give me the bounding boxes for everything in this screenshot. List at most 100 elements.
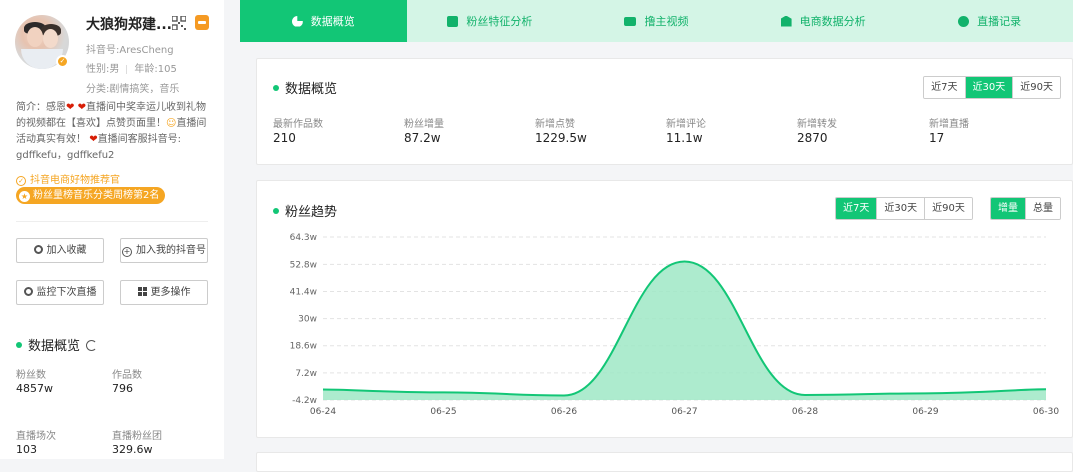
trend-title-text: 粉丝趋势 (285, 205, 338, 220)
recommend-tag[interactable]: ✓ 抖音电商好物推荐官 (16, 171, 120, 186)
rank-tag[interactable]: ★ 粉丝量榜音乐分类周榜第2名 (16, 187, 166, 204)
overview-panel: 数据概览 近7天 近30天 近90天 (256, 58, 1073, 165)
next-panel (256, 452, 1073, 472)
range-7d[interactable]: 近7天 (924, 77, 965, 98)
tab-bar: 数据概览 粉丝特征分析 撸主视频 电商数据分析 直播记录 (240, 0, 1073, 42)
monitor-icon (23, 287, 33, 296)
divider (16, 221, 208, 222)
y-tick-label: 30w (298, 315, 317, 325)
metric-label: 最新作品数 (273, 119, 323, 130)
rank-tag-label: 粉丝量榜音乐分类周榜第2名 (33, 190, 160, 201)
add-favorite-label: 加入收藏 (46, 245, 87, 256)
favorite-icon (33, 245, 43, 254)
video-icon (624, 16, 637, 26)
gender-age: 性别:男 年龄:105 (86, 60, 177, 75)
heart-icon: ❤ (89, 134, 98, 145)
range-7d[interactable]: 近7天 (836, 198, 877, 219)
store-icon (780, 15, 792, 27)
y-tick-label: 18.6w (290, 342, 317, 352)
trend-title: 粉丝趋势 (273, 201, 337, 220)
works-label: 作品数 (112, 370, 142, 381)
tab-label: 粉丝特征分析 (466, 15, 533, 28)
y-tick-label: 7.2w (295, 369, 317, 379)
tab-label: 撸主视频 (644, 15, 689, 28)
shop-icon[interactable] (195, 15, 209, 30)
tab-label: 直播记录 (977, 15, 1022, 28)
trend-mode-selector: 增量 总量 (990, 197, 1061, 220)
tab-live-records[interactable]: 直播记录 (906, 0, 1073, 42)
fans-trend-panel: 粉丝趋势 近7天 近30天 近90天 增量 总量 64.3w 52.8w 41.4w… (256, 180, 1073, 438)
douyin-id: 抖音号:AresCheng (86, 45, 174, 56)
works-value: 796 (112, 382, 133, 395)
x-tick-label: 06-30 (1033, 407, 1059, 417)
bio: 简介：感恩❤ ❤直播间中奖幸运儿收到礼物的视频都在【喜欢】点赞页面里！☺直播间活… (16, 100, 212, 164)
x-tick-label: 06-24 (310, 407, 336, 417)
more-actions-button[interactable]: 更多操作 (120, 280, 208, 305)
profile-name: 大狼狗郑建... (86, 17, 172, 33)
metric-label: 新增点赞 (535, 119, 575, 130)
metric-value: 17 (929, 131, 945, 145)
tab-videos[interactable]: 撸主视频 (573, 0, 740, 42)
fan-group-value: 329.6w (112, 443, 153, 456)
tab-label: 电商数据分析 (799, 15, 866, 28)
range-90d[interactable]: 近90天 (924, 198, 972, 219)
check-icon: ✓ (16, 176, 26, 186)
side-overview-title-text: 数据概览 (28, 339, 81, 354)
overview-title: 数据概览 (273, 78, 337, 97)
x-tick-label: 06-27 (671, 407, 697, 417)
bio-intro: 简介：感恩 (16, 102, 66, 113)
live-count-value: 103 (16, 443, 37, 456)
metric-label: 新增直播 (929, 119, 969, 130)
gender: 性别:男 (86, 64, 120, 75)
category: 分类:剧情搞笑，音乐 (86, 84, 180, 95)
qrcode-icon[interactable] (172, 16, 186, 30)
x-tick-label: 06-29 (912, 407, 938, 417)
x-tick-label: 06-26 (551, 407, 577, 417)
y-tick-label: 52.8w (290, 260, 317, 270)
recommend-tag-label: 抖音电商好物推荐官 (30, 175, 120, 186)
range-30d[interactable]: 近30天 (876, 198, 925, 219)
overview-range-selector: 近7天 近30天 近90天 (923, 76, 1061, 99)
fans-trend-chart: 64.3w 52.8w 41.4w 30w 18.6w 7.2w -4.2w06-24 06-… (290, 233, 1060, 417)
fans-value: 4857w (16, 382, 53, 395)
metric-value: 11.1w (666, 131, 703, 145)
side-overview-title: 数据概览 (16, 335, 98, 354)
main-content: 数据概览 粉丝特征分析 撸主视频 电商数据分析 直播记录 数据概览 近7天 近3… (240, 0, 1073, 472)
live-count-label: 直播场次 (16, 431, 56, 442)
medal-icon: ★ (19, 191, 30, 202)
mode-increment[interactable]: 增量 (991, 198, 1025, 219)
trend-area (323, 261, 1046, 400)
refresh-icon[interactable] (86, 340, 98, 351)
fans-label: 粉丝数 (16, 370, 46, 381)
tab-data-overview[interactable]: 数据概览 (240, 0, 407, 42)
range-90d[interactable]: 近90天 (1012, 77, 1060, 98)
monitor-live-button[interactable]: 监控下次直播 (16, 280, 104, 305)
metric-label: 新增转发 (797, 119, 837, 130)
bio-handles: gdffkefu，gdffkefu2 (16, 150, 115, 161)
more-actions-label: 更多操作 (150, 287, 191, 298)
smile-icon: ☺ (166, 118, 177, 129)
metric-label: 新增评论 (666, 119, 706, 130)
age: 年龄:105 (134, 64, 177, 75)
green-dot (273, 85, 279, 91)
mode-total[interactable]: 总量 (1025, 198, 1060, 219)
pie-chart-icon (291, 15, 303, 27)
metric-value: 87.2w (404, 131, 441, 145)
x-tick-label: 06-28 (792, 407, 818, 417)
green-dot (16, 342, 22, 348)
green-dot (273, 208, 279, 214)
overview-title-text: 数据概览 (285, 82, 338, 97)
clock-icon (958, 15, 970, 27)
range-30d[interactable]: 近30天 (964, 77, 1013, 98)
metric-value: 210 (273, 131, 296, 145)
sidebar: ✓ 大狼狗郑建... 抖音号:AresCheng 性别:男 年龄:105 分类:剧… (0, 0, 224, 459)
add-my-account-label: 加入我的抖音号 (136, 245, 206, 256)
tab-fan-analysis[interactable]: 粉丝特征分析 (407, 0, 574, 42)
add-favorite-button[interactable]: 加入收藏 (16, 238, 104, 263)
fan-group-label: 直播粉丝团 (112, 431, 162, 442)
add-my-account-button[interactable]: + 加入我的抖音号 (120, 238, 208, 263)
tab-ecommerce[interactable]: 电商数据分析 (740, 0, 907, 42)
plus-icon: + (122, 247, 132, 257)
x-tick-label: 06-25 (430, 407, 456, 417)
y-tick-label: 64.3w (290, 233, 317, 243)
